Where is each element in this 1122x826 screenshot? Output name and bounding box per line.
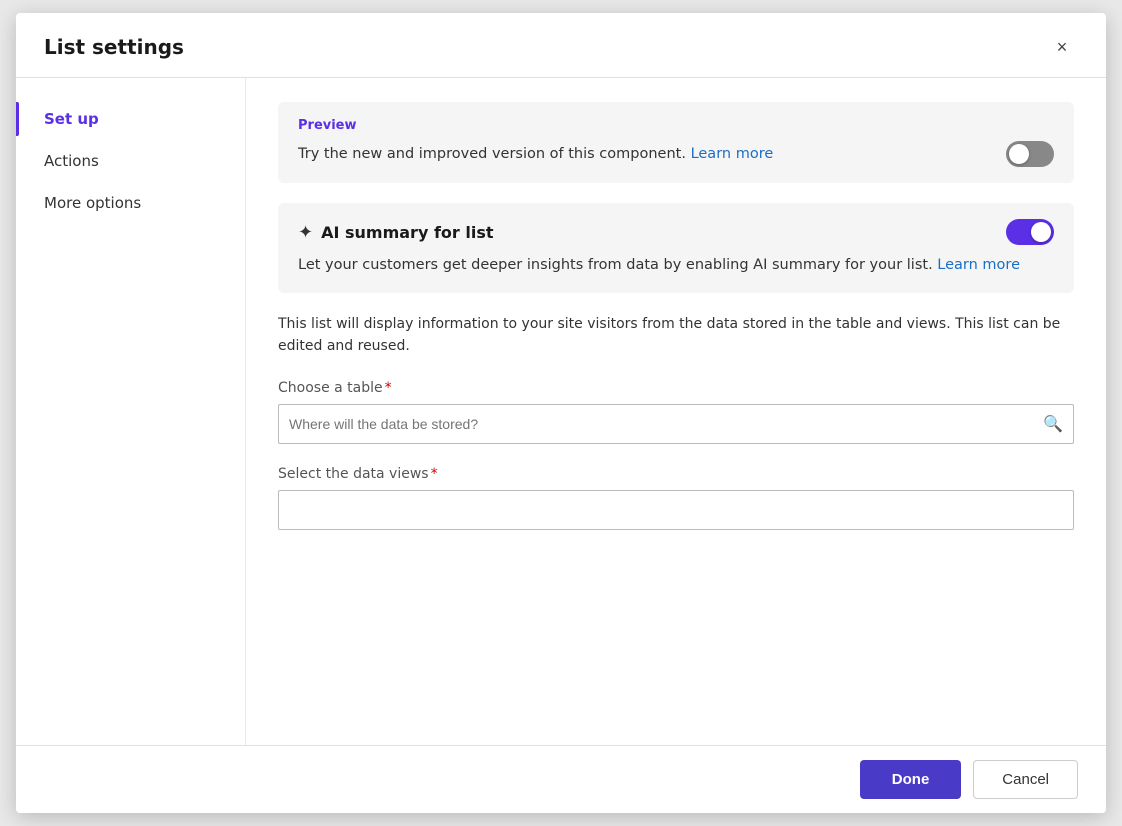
ai-card-title: AI summary for list [321, 223, 493, 242]
dialog-title: List settings [44, 35, 184, 59]
list-settings-dialog: List settings × Set up Actions More opti… [16, 13, 1106, 813]
select-views-label: Select the data views* [278, 466, 1074, 482]
preview-learn-more-link[interactable]: Learn more [691, 146, 774, 162]
ai-sparkle-icon: ✦ [298, 222, 313, 243]
select-views-required-star: * [431, 466, 438, 482]
sidebar-item-more-options[interactable]: More options [16, 182, 245, 224]
choose-table-input[interactable] [289, 416, 1043, 432]
choose-table-label: Choose a table* [278, 380, 1074, 396]
dialog-header: List settings × [16, 13, 1106, 78]
sidebar-item-setup[interactable]: Set up [16, 98, 245, 140]
dialog-footer: Done Cancel [16, 745, 1106, 813]
dialog-body: Set up Actions More options Preview Try … [16, 78, 1106, 745]
ai-toggle-track [1006, 219, 1054, 245]
main-content: Preview Try the new and improved version… [246, 78, 1106, 745]
search-icon: 🔍 [1043, 414, 1063, 433]
preview-row: Try the new and improved version of this… [298, 141, 1054, 167]
close-button[interactable]: × [1046, 31, 1078, 63]
preview-text: Try the new and improved version of this… [298, 146, 990, 162]
cancel-button[interactable]: Cancel [973, 760, 1078, 799]
preview-toggle-track [1006, 141, 1054, 167]
choose-table-field: Choose a table* 🔍 [278, 380, 1074, 444]
done-button[interactable]: Done [860, 760, 962, 799]
select-views-input[interactable] [278, 490, 1074, 530]
ai-title-row: ✦ AI summary for list [298, 222, 494, 243]
sidebar-item-actions[interactable]: Actions [16, 140, 245, 182]
select-views-field: Select the data views* [278, 466, 1074, 530]
ai-toggle[interactable] [1006, 219, 1054, 245]
info-text: This list will display information to yo… [278, 313, 1074, 358]
ai-card-header: ✦ AI summary for list [298, 219, 1054, 245]
ai-learn-more-link[interactable]: Learn more [937, 257, 1020, 273]
preview-toggle-thumb [1009, 144, 1029, 164]
ai-summary-card: ✦ AI summary for list Let your customers… [278, 203, 1074, 293]
preview-toggle[interactable] [1006, 141, 1054, 167]
ai-description: Let your customers get deeper insights f… [298, 255, 1054, 277]
preview-label: Preview [298, 118, 1054, 133]
choose-table-required-star: * [385, 380, 392, 396]
ai-toggle-thumb [1031, 222, 1051, 242]
choose-table-input-wrapper: 🔍 [278, 404, 1074, 444]
sidebar: Set up Actions More options [16, 78, 246, 745]
preview-card: Preview Try the new and improved version… [278, 102, 1074, 183]
